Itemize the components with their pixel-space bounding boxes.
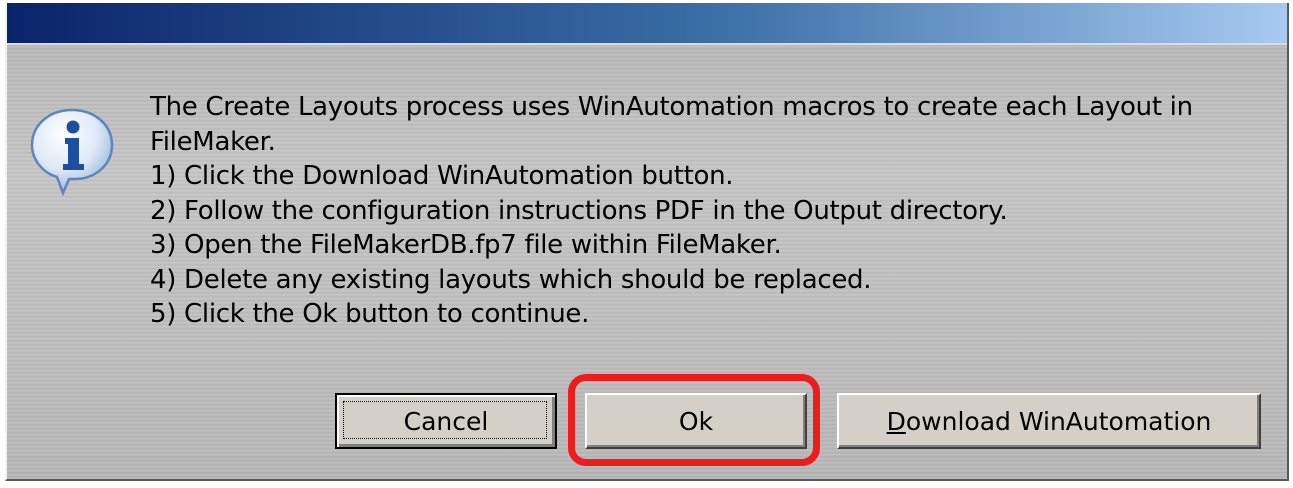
ok-button[interactable]: Ok bbox=[585, 393, 807, 449]
message-line: The Create Layouts process uses WinAutom… bbox=[150, 92, 1193, 122]
message-line: 4) Delete any existing layouts which sho… bbox=[150, 264, 872, 295]
title-bar[interactable] bbox=[7, 3, 1287, 43]
download-label-rest: ownload WinAutomation bbox=[905, 406, 1212, 436]
ok-button-label: Ok bbox=[678, 406, 714, 436]
download-accelerator: D bbox=[886, 406, 906, 436]
message-line: 5) Click the Ok button to continue. bbox=[150, 299, 590, 329]
message-line: 2) Follow the configuration instructions… bbox=[150, 195, 1008, 226]
download-winautomation-button[interactable]: Download WinAutomation bbox=[837, 393, 1261, 449]
dialog-message: The Create Layouts process uses WinAutom… bbox=[150, 90, 1270, 332]
information-icon bbox=[30, 108, 114, 197]
message-line: 1) Click the Download WinAutomation butt… bbox=[150, 161, 734, 191]
message-line: 3) Open the FileMakerDB.fp7 file within … bbox=[150, 230, 782, 260]
title-separator bbox=[7, 43, 1287, 45]
message-line: FileMaker. bbox=[150, 126, 276, 157]
message-dialog: The Create Layouts process uses WinAutom… bbox=[5, 3, 1289, 481]
download-button-label: Download WinAutomation bbox=[887, 407, 1212, 436]
cancel-button[interactable]: Cancel bbox=[335, 393, 557, 449]
cancel-button-label: Cancel bbox=[403, 406, 489, 436]
